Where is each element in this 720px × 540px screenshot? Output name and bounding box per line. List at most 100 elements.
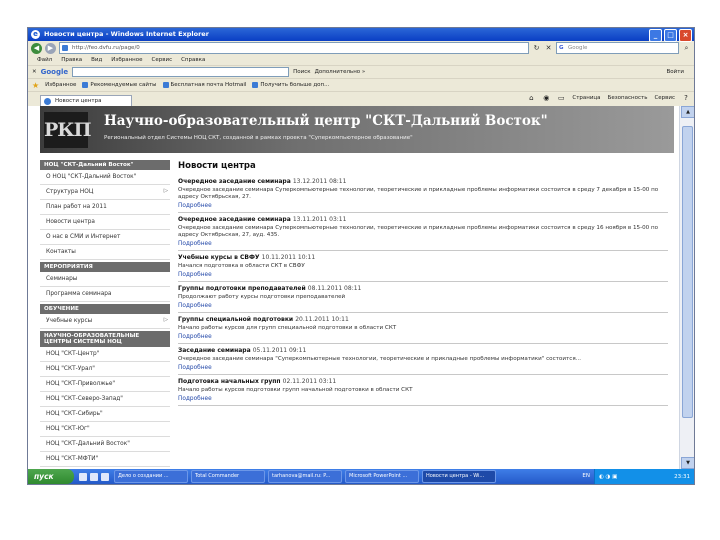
sidebar-item[interactable]: НОЦ "СКТ-Юг" [40,422,170,437]
menu-help[interactable]: Справка [181,55,205,65]
menu-edit[interactable]: Правка [61,55,82,65]
sidebar-item[interactable]: План работ на 2011 [40,200,170,215]
stop-icon[interactable]: ✕ [544,44,553,53]
maximize-button[interactable]: □ [664,29,677,42]
sidebar-label: НОЦ "СКТ-Приволжье" [46,381,116,387]
menu-favorites[interactable]: Избранное [111,55,142,65]
forward-button[interactable]: ▶ [45,42,56,54]
help-icon[interactable]: ? [682,94,690,102]
sidebar-item[interactable]: О НОЦ "СКТ-Дальний Восток" [40,170,170,185]
print-icon[interactable]: ▭ [557,94,565,102]
sidebar-item[interactable]: НОЦ "СКТ-Сибирь" [40,407,170,422]
refresh-icon[interactable]: ↻ [532,44,541,53]
task-totalcmd[interactable]: Total Commander [191,470,265,483]
fav-page-icon [162,82,169,88]
scroll-up-arrow[interactable]: ▲ [681,106,694,118]
sidebar-item[interactable]: НОЦ "СКТ-Дальний Восток" [40,437,170,452]
language-indicator[interactable]: EN [582,473,590,479]
sidebar-item[interactable]: НОЦ "СКТ-Центр" [40,347,170,362]
sidebar-section: ОБУЧЕНИЕ [40,304,170,314]
google-logo: Google [40,68,69,76]
sidebar-item[interactable]: НОЦ "СКТ-Урал" [40,362,170,377]
sidebar-item[interactable]: НОЦ "СКТ-МФТИ" [40,452,170,467]
tray-icons[interactable]: ◐ ◑ ▣ [599,474,617,480]
news-item: Группы специальной подготовки 20.11.2011… [178,313,668,344]
minimize-button[interactable]: _ [649,29,662,42]
menu-file[interactable]: Файл [37,55,52,65]
sidebar-item[interactable]: НОЦ "СКТ-Северо-Запад" [40,392,170,407]
fav-item-recommended[interactable]: Рекомендуемые сайты [82,82,157,88]
favorites-label[interactable]: Избранное [45,82,76,88]
sidebar-item[interactable]: Контакты [40,245,170,260]
task-ie[interactable]: Новости центра - Wi... [422,470,496,483]
feeds-icon[interactable]: ◉ [542,94,550,102]
news-more-link[interactable]: Подробнее [178,272,668,278]
news-title[interactable]: Подготовка начальных групп [178,378,281,385]
page-viewport: РКП Научно-образовательный центр "СКТ-Да… [28,106,680,469]
google-signin-link[interactable]: Войти [667,69,685,75]
home-icon[interactable]: ⌂ [527,94,535,102]
fav-item-hotmail[interactable]: Бесплатная почта Hotmail [162,82,246,88]
news-title[interactable]: Заседание семинара [178,347,251,354]
news-title[interactable]: Группы специальной подготовки [178,316,293,323]
address-input[interactable]: http://feo.dvfu.ru/page/0 [59,42,529,54]
menu-tools[interactable]: Сервис [152,55,173,65]
news-text: Продолжают работу курсы подготовки препо… [178,294,346,300]
sidebar-item[interactable]: Семинары [40,272,170,287]
sidebar-item[interactable]: Программа семинара [40,287,170,302]
fav-item-more[interactable]: Получить больше доп... [252,82,329,88]
sidebar-item[interactable]: Структура НОЦ ▷ [40,185,170,200]
scroll-thumb[interactable] [682,126,693,418]
menu-view[interactable]: Вид [91,55,102,65]
news-more-link[interactable]: Подробнее [178,303,668,309]
task-powerpoint[interactable]: Microsoft PowerPoint ... [345,470,419,483]
search-icon[interactable]: ⌕ [682,44,691,53]
news-date: 10.11.2011 10:11 [261,254,316,261]
quicklaunch-desktop-icon[interactable] [90,472,98,481]
back-button[interactable]: ◀ [31,42,42,54]
sidebar-item[interactable]: НОЦ "СКТ-Приволжье" [40,377,170,392]
news-more-link[interactable]: Подробнее [178,203,668,209]
page-menu[interactable]: Страница [572,95,600,101]
tab-bar: Новости центра ⌂ ◉ ▭ Страница Безопаснос… [28,91,694,107]
news-more-link[interactable]: Подробнее [178,334,668,340]
sidebar-label: О НОЦ "СКТ-Дальний Восток" [46,174,137,180]
task-mail[interactable]: tarhanova@mail.ru: P... [268,470,342,483]
scroll-down-arrow[interactable]: ▼ [681,457,694,469]
sidebar-label: Семинары [46,276,78,282]
favorites-star-icon[interactable]: ★ [32,81,39,90]
news-more-link[interactable]: Подробнее [178,241,668,247]
start-button[interactable]: пуск [28,469,74,484]
news-date: 08.11.2011 08:11 [307,285,362,292]
google-more-button[interactable]: Дополнительно » [315,69,366,75]
sidebar-item[interactable]: О нас в СМИ и Интернет [40,230,170,245]
close-toolbar-icon[interactable]: ✕ [32,69,37,75]
tools-menu[interactable]: Сервис [654,95,675,101]
task-doc[interactable]: Дело о создании ... [114,470,188,483]
news-text: Начало работы курсов для групп специальн… [178,325,397,331]
news-title[interactable]: Очередное заседание семинара [178,216,291,223]
sidebar-label: НОЦ "СКТ-Юг" [46,426,90,432]
system-tray: ◐ ◑ ▣ 23:31 [594,469,694,484]
quicklaunch-ie-icon[interactable] [79,472,87,481]
sidebar-item[interactable]: Новости центра [40,215,170,230]
search-input[interactable]: Google [556,42,679,54]
news-text: Начало работы курсов подготовки групп на… [178,387,413,393]
google-search-button[interactable]: Поиск [293,69,310,75]
news-more-link[interactable]: Подробнее [178,365,668,371]
news-title[interactable]: Группы подготовки преподавателей [178,285,306,292]
news-title[interactable]: Учебные курсы в СВФУ [178,254,260,261]
safety-menu[interactable]: Безопасность [608,95,648,101]
quicklaunch-media-icon[interactable] [101,472,109,481]
google-search-input[interactable] [72,67,290,77]
close-button[interactable]: × [679,29,692,42]
tab-news[interactable]: Новости центра [40,94,133,107]
news-title[interactable]: Очередное заседание семинара [178,178,291,185]
main-content: Новости центра Очередное заседание семин… [178,161,668,406]
news-more-link[interactable]: Подробнее [178,396,668,402]
news-date: 13.11.2011 03:11 [292,216,347,223]
sidebar-item[interactable]: Учебные курсы ▷ [40,314,170,329]
news-date: 20.11.2011 10:11 [295,316,349,323]
sidebar-section: НАУЧНО-ОБРАЗОВАТЕЛЬНЫЕ ЦЕНТРЫ СИСТЕМЫ НО… [40,331,170,347]
vertical-scrollbar[interactable]: ▲ ▼ [679,106,694,469]
